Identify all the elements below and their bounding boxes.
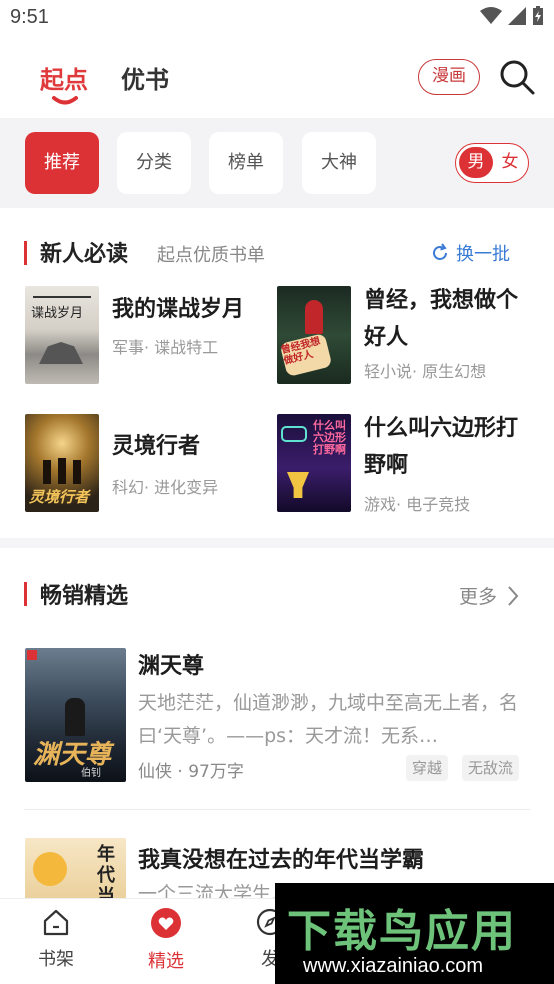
book-title: 曾经，我想做个好人: [364, 288, 519, 350]
chip-recommend[interactable]: 推荐: [25, 132, 99, 194]
chip-ranking[interactable]: 榜单: [209, 132, 283, 194]
book-cover: 曾经我想做好人: [277, 286, 351, 384]
book-cover: 什么叫六边形打野啊: [277, 414, 351, 512]
nav-bookshelf[interactable]: 书架: [26, 907, 86, 971]
status-icons: [480, 6, 544, 26]
book-cover: 灵境行者: [25, 414, 99, 512]
gender-female[interactable]: 女: [494, 147, 526, 178]
book-cover-title: 年代当: [97, 844, 115, 898]
manhua-button[interactable]: 漫画: [418, 59, 480, 95]
status-time: 9:51: [10, 6, 49, 28]
nav-label: 书架: [38, 949, 74, 970]
section-title: 畅销精选: [40, 583, 129, 609]
book-title: 我真没想在过去的年代当学霸: [138, 848, 425, 873]
nav-featured[interactable]: 精选: [136, 907, 196, 973]
book-meta: 仙侠 · 97万字: [138, 762, 244, 782]
watermark-title: 下载鸟应用: [287, 906, 517, 957]
book-cover-title: 什么叫六边形打野啊: [313, 419, 346, 456]
book-tag: 穿越: [406, 755, 449, 781]
book-title: 什么叫六边形打野啊: [364, 416, 519, 478]
refresh-icon: [433, 243, 447, 260]
wifi-icon: [480, 7, 502, 24]
home-icon: [43, 909, 69, 936]
nav-label: 精选: [148, 951, 184, 972]
gender-toggle[interactable]: 男 女: [455, 143, 529, 183]
book-meta: 游戏· 电子竞技: [364, 495, 471, 514]
new-reads-section: 新人必读 起点优质书单 换一批 谍战岁月 我的谍战岁月 军事· 谍战特工 曾经我…: [0, 208, 554, 538]
more-button[interactable]: 更多: [459, 582, 519, 609]
bestseller-item[interactable]: 渊天尊 伯钊 渊天尊 天地茫茫，仙道渺渺，九域中至高无上者，名曰‘天尊’。——p…: [0, 644, 554, 789]
filter-bar: 推荐 分类 榜单 大神 男 女: [0, 118, 554, 208]
bestsellers-section: 畅销精选 更多 渊天尊 伯钊 渊天尊 天地茫茫，仙道渺渺，九域中至高无上者，名曰…: [0, 548, 554, 898]
chevron-right-icon: [508, 585, 519, 606]
section-subtitle: 起点优质书单: [157, 245, 265, 266]
book-tag: 无敌流: [462, 755, 520, 781]
section-title: 新人必读: [40, 241, 129, 267]
book-item[interactable]: 什么叫六边形打野啊 什么叫六边形打野啊 游戏· 电子竞技: [277, 414, 537, 514]
book-title: 渊天尊: [138, 654, 205, 679]
more-label: 更多: [459, 586, 498, 608]
book-cover: 年代当: [25, 838, 126, 898]
battery-icon: [533, 6, 543, 25]
book-meta: 科幻· 进化变异: [112, 478, 219, 497]
chip-master[interactable]: 大神: [302, 132, 376, 194]
book-item[interactable]: 灵境行者 灵境行者 科幻· 进化变异: [25, 414, 265, 514]
gender-male[interactable]: 男: [459, 147, 493, 178]
tab-qidian[interactable]: 起点: [40, 60, 88, 95]
book-description: 天地茫茫，仙道渺渺，九域中至高无上者，名曰‘天尊’。——ps：天才流！无系…: [138, 692, 519, 747]
book-title: 我的谍战岁月: [112, 297, 245, 322]
book-item[interactable]: 曾经我想做好人 曾经，我想做个好人 轻小说· 原生幻想: [277, 286, 537, 386]
signal-icon: [508, 7, 526, 25]
book-cover: 谍战岁月: [25, 286, 99, 384]
book-cover-title: 谍战岁月: [31, 306, 84, 321]
watermark-url: www.xiazainiao.com: [303, 955, 484, 977]
section-marker: [24, 241, 27, 265]
book-cover: 渊天尊 伯钊: [25, 648, 126, 782]
refresh-label: 换一批: [456, 244, 510, 265]
tab-youshu[interactable]: 优书: [121, 60, 169, 95]
book-meta: 轻小说· 原生幻想: [364, 362, 487, 381]
book-cover-author: 伯钊: [81, 768, 101, 779]
section-marker: [24, 582, 27, 606]
active-tab-indicator: [52, 96, 78, 105]
chip-category[interactable]: 分类: [117, 132, 191, 194]
status-bar: 9:51: [0, 0, 554, 38]
search-icon[interactable]: [498, 58, 536, 96]
divider: [24, 809, 530, 810]
featured-heart-icon: [151, 908, 181, 938]
top-nav: 起点 优书 漫画: [0, 38, 554, 118]
book-meta: 军事· 谍战特工: [112, 338, 219, 357]
refresh-button[interactable]: 换一批: [430, 240, 510, 266]
book-cover-title: 灵境行者: [29, 488, 90, 506]
book-item[interactable]: 谍战岁月 我的谍战岁月 军事· 谍战特工: [25, 286, 265, 386]
watermark-overlay: 下载鸟应用 www.xiazainiao.com: [275, 883, 554, 984]
book-title: 灵境行者: [112, 434, 201, 459]
